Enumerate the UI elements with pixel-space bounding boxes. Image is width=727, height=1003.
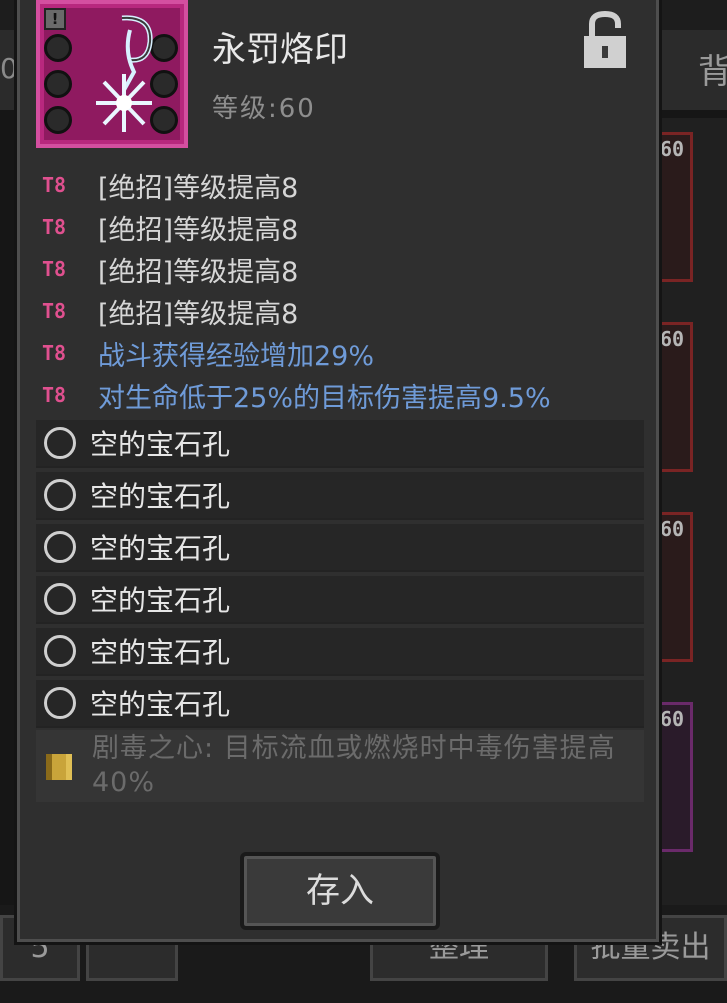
item-level-value: 60: [278, 94, 316, 124]
empty-socket-icon: [44, 479, 76, 511]
empty-socket-icon: [44, 583, 76, 615]
gem-socket-list: 空的宝石孔 空的宝石孔 空的宝石孔 空的宝石孔 空的宝石孔 空的宝石孔: [36, 420, 644, 732]
socket-label: 空的宝石孔: [90, 688, 231, 721]
affix-tier: T8: [42, 215, 67, 239]
socket-label: 空的宝石孔: [90, 584, 231, 617]
slot-level: 60: [660, 707, 685, 731]
affix-text: [绝招]等级提高8: [98, 214, 299, 246]
brand-chain-icon: [96, 15, 153, 132]
backpack-tab[interactable]: 背: [660, 30, 727, 110]
empty-socket-icon: [44, 635, 76, 667]
inventory-slot[interactable]: 60: [655, 322, 693, 472]
affix-text: [绝招]等级提高8: [98, 256, 299, 288]
affix-row: T8 [绝招]等级提高8: [40, 206, 650, 248]
affix-tier: T8: [42, 341, 67, 365]
store-button[interactable]: 存入: [240, 852, 440, 930]
item-level: 等级:60: [212, 88, 316, 125]
empty-socket-icon: [44, 427, 76, 459]
affix-tier: T8: [42, 383, 67, 407]
inventory-slot[interactable]: 60: [655, 132, 693, 282]
item-level-label: 等级:: [212, 94, 279, 124]
affix-list: T8 [绝招]等级提高8 T8 [绝招]等级提高8 T8 [绝招]等级提高8 T…: [40, 164, 650, 416]
empty-socket-icon: [44, 531, 76, 563]
left-tab-label: 0: [0, 52, 18, 85]
affix-row: T8 对生命低于25%的目标伤害提高9.5%: [40, 374, 650, 416]
affix-row: T8 [绝招]等级提高8: [40, 248, 650, 290]
slot-level: 60: [660, 137, 685, 161]
affix-tier: T8: [42, 299, 67, 323]
affix-text: 对生命低于25%的目标伤害提高9.5%: [98, 382, 551, 414]
affix-row: T8 [绝招]等级提高8: [40, 164, 650, 206]
item-tooltip: ! 永罚烙印 等级:60 T8 [绝招]等级提高8 T8 [绝招]等级提高8 T…: [17, 0, 659, 942]
empty-socket-icon: [44, 687, 76, 719]
item-name: 永罚烙印: [212, 30, 348, 70]
alert-badge-icon: !: [44, 8, 66, 30]
affix-row: T8 战斗获得经验增加29%: [40, 332, 650, 374]
affix-row: T8 [绝招]等级提高8: [40, 290, 650, 332]
inventory-slot[interactable]: 60: [655, 702, 693, 852]
socket-label: 空的宝石孔: [90, 636, 231, 669]
slot-level: 60: [660, 517, 685, 541]
legendary-effect-text: 剧毒之心: 目标流血或燃烧时中毒伤害提高40%: [92, 733, 616, 798]
gem-socket[interactable]: 空的宝石孔: [36, 680, 644, 728]
gem-socket[interactable]: 空的宝石孔: [36, 576, 644, 624]
slot-level: 60: [660, 327, 685, 351]
gem-socket[interactable]: 空的宝石孔: [36, 472, 644, 520]
affix-tier: T8: [42, 257, 67, 281]
inventory-slot[interactable]: 60: [655, 512, 693, 662]
item-icon: !: [36, 0, 188, 148]
socket-label: 空的宝石孔: [90, 480, 231, 513]
unlock-icon[interactable]: [580, 10, 630, 70]
gem-socket[interactable]: 空的宝石孔: [36, 628, 644, 676]
socket-label: 空的宝石孔: [90, 428, 231, 461]
socket-label: 空的宝石孔: [90, 532, 231, 565]
affix-text: 战斗获得经验增加29%: [98, 340, 375, 372]
affix-text: [绝招]等级提高8: [98, 298, 299, 330]
affix-tier: T8: [42, 173, 67, 197]
gem-socket[interactable]: 空的宝石孔: [36, 524, 644, 572]
gem-socket[interactable]: 空的宝石孔: [36, 420, 644, 468]
legendary-effect: 剧毒之心: 目标流血或燃烧时中毒伤害提高40%: [36, 730, 644, 802]
backpack-tab-label: 背: [698, 52, 727, 92]
scroll-icon: [46, 754, 72, 780]
affix-text: [绝招]等级提高8: [98, 172, 299, 204]
